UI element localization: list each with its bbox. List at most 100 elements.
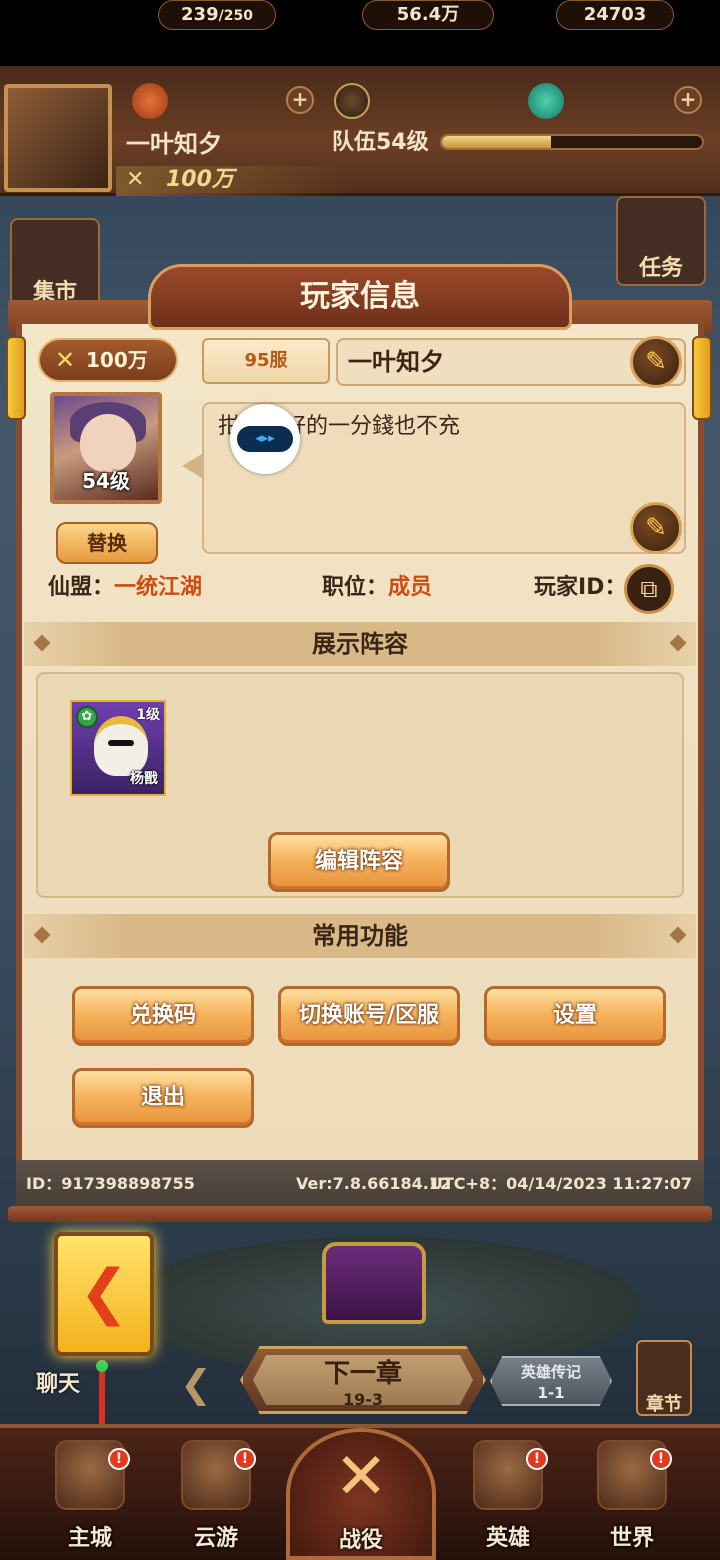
coin-icon bbox=[334, 83, 370, 119]
chapters-label: 章节 bbox=[646, 1394, 682, 1415]
nav-world[interactable]: 世界 ! bbox=[572, 1440, 692, 1552]
alert-badge: ! bbox=[108, 1448, 130, 1470]
hud-avatar[interactable] bbox=[4, 84, 112, 192]
footer-id: ID：917398898755 bbox=[26, 1174, 195, 1193]
hero-portrait bbox=[94, 716, 148, 776]
lineup-section-header: 展示阵容 bbox=[24, 622, 696, 666]
panel-footer: ID：917398898755 Ver:7.8.66184.12 UTC+8：0… bbox=[16, 1160, 704, 1208]
alert-badge: ! bbox=[650, 1448, 672, 1470]
position-value: 成员 bbox=[388, 575, 433, 600]
hud-player-name: 一叶知夕 bbox=[126, 130, 222, 158]
right-rail bbox=[692, 336, 712, 420]
copy-id-icon[interactable]: ⧉ bbox=[624, 564, 674, 614]
footer-time: UTC+8：04/14/2023 11:27:07 bbox=[429, 1174, 692, 1193]
stamina-value: 239 bbox=[181, 4, 219, 25]
back-arrow-icon: ❮ bbox=[78, 1257, 130, 1327]
hero-card[interactable]: ✿ 1级 杨戬 bbox=[70, 700, 166, 796]
coins-value: 56.4万 bbox=[362, 0, 494, 30]
hud-power: ✕ 100万 bbox=[116, 166, 346, 196]
stamina-max: /250 bbox=[218, 8, 253, 24]
gems-value: 24703 bbox=[556, 0, 674, 30]
chat-button[interactable]: 聊天 bbox=[36, 1366, 80, 1398]
hero-legend-button[interactable]: 英雄传记 1-1 bbox=[490, 1356, 612, 1406]
alliance-row: 仙盟：一统江湖 bbox=[48, 570, 202, 606]
nav-travel-label: 云游 bbox=[193, 1526, 238, 1551]
crossed-swords-icon: ✕ bbox=[126, 167, 145, 192]
stamina-display: 239/250 bbox=[158, 0, 276, 30]
position-label: 职位： bbox=[322, 575, 389, 600]
hero-eye bbox=[108, 740, 134, 746]
logout-button[interactable]: 退出 bbox=[72, 1068, 254, 1128]
brush-icon: ✎ bbox=[645, 513, 667, 543]
diamond-icon bbox=[33, 634, 51, 652]
alert-badge: ! bbox=[526, 1448, 548, 1470]
nav-main-city[interactable]: 主城 ! bbox=[30, 1440, 150, 1552]
hero-legend-title: 英雄传记 bbox=[520, 1363, 581, 1381]
switch-account-button[interactable]: 切换账号/区服 bbox=[278, 986, 460, 1046]
drumstick-icon bbox=[132, 83, 168, 119]
market-button[interactable]: 集市 bbox=[10, 218, 100, 308]
player-avatar[interactable]: 54级 bbox=[50, 392, 162, 504]
tasks-button[interactable]: 任务 bbox=[616, 196, 706, 286]
back-dot bbox=[96, 1360, 108, 1372]
nav-heroes-label: 英雄 bbox=[485, 1526, 530, 1551]
floating-assistant-button[interactable]: ◂▸▸ bbox=[230, 404, 300, 474]
hero-name: 杨戬 bbox=[130, 771, 158, 787]
lineup-section-title: 展示阵容 bbox=[312, 630, 408, 658]
player-id-row: 玩家ID： bbox=[534, 570, 626, 606]
treasure-chest-icon[interactable] bbox=[322, 1242, 426, 1324]
server-tag: 95服 bbox=[202, 338, 330, 384]
diamond-icon bbox=[33, 926, 51, 944]
tasks-label: 任务 bbox=[638, 256, 683, 281]
next-chapter-number: 19-3 bbox=[342, 1390, 384, 1409]
footer-version: Ver:7.8.66184.12 bbox=[296, 1174, 452, 1193]
add-stamina-button[interactable]: + bbox=[286, 86, 314, 114]
hero-level: 1级 bbox=[136, 707, 160, 723]
panel-bottom-frame bbox=[8, 1206, 712, 1222]
nav-heroes[interactable]: 英雄 ! bbox=[448, 1440, 568, 1552]
crossed-swords-icon: ✕ bbox=[54, 346, 76, 374]
settings-button[interactable]: 设置 bbox=[484, 986, 666, 1046]
next-chapter-button[interactable]: 下一章 19-3 bbox=[240, 1346, 486, 1414]
hud-power-value: 100万 bbox=[166, 167, 234, 192]
next-chapter-label: 下一章 bbox=[323, 1359, 402, 1389]
signature-tail bbox=[182, 454, 202, 478]
position-row: 职位：成员 bbox=[322, 570, 432, 606]
player-id-label: 玩家ID： bbox=[534, 575, 627, 600]
hero-legend-number: 1-1 bbox=[537, 1384, 565, 1402]
chapters-button[interactable]: 章节 bbox=[636, 1340, 692, 1416]
alliance-label: 仙盟： bbox=[48, 575, 115, 600]
edit-name-button[interactable]: ✎ bbox=[630, 336, 682, 388]
nav-main-city-label: 主城 bbox=[67, 1526, 112, 1551]
add-gems-button[interactable]: + bbox=[674, 86, 702, 114]
functions-section-header: 常用功能 bbox=[24, 914, 696, 958]
nav-battle-label: 战役 bbox=[338, 1528, 383, 1553]
alliance-value: 一统江湖 bbox=[114, 575, 203, 600]
nav-battle[interactable]: ✕ 战役 bbox=[286, 1428, 436, 1560]
nav-travel[interactable]: 云游 ! bbox=[156, 1440, 276, 1552]
crossed-swords-icon: ✕ bbox=[334, 1440, 388, 1514]
functions-section-title: 常用功能 bbox=[312, 922, 408, 950]
team-exp-fill bbox=[442, 136, 552, 148]
edit-signature-button[interactable]: ✎ bbox=[630, 502, 682, 554]
avatar-level: 54级 bbox=[82, 469, 130, 493]
avatar-face bbox=[80, 414, 136, 472]
element-icon: ✿ bbox=[76, 706, 98, 728]
nav-world-label: 世界 bbox=[609, 1526, 654, 1551]
floating-assistant-icon: ◂▸▸ bbox=[237, 426, 293, 452]
redeem-code-button[interactable]: 兑换码 bbox=[72, 986, 254, 1046]
team-exp-bar bbox=[440, 134, 704, 150]
back-button[interactable]: ❮ bbox=[54, 1232, 154, 1356]
alert-badge: ! bbox=[234, 1448, 256, 1470]
prev-arrow-icon[interactable]: ❮ bbox=[180, 1362, 212, 1406]
hud-team-level: 队伍54级 bbox=[332, 130, 429, 155]
brush-icon: ✎ bbox=[645, 347, 667, 377]
panel-title: 玩家信息 bbox=[148, 264, 572, 330]
edit-lineup-button[interactable]: 编辑阵容 bbox=[268, 832, 450, 892]
jade-icon bbox=[528, 83, 564, 119]
left-rail bbox=[6, 336, 26, 420]
swap-avatar-button[interactable]: 替换 bbox=[56, 522, 158, 564]
diamond-icon bbox=[669, 634, 687, 652]
power-value: 100万 bbox=[86, 348, 148, 372]
diamond-icon bbox=[669, 926, 687, 944]
